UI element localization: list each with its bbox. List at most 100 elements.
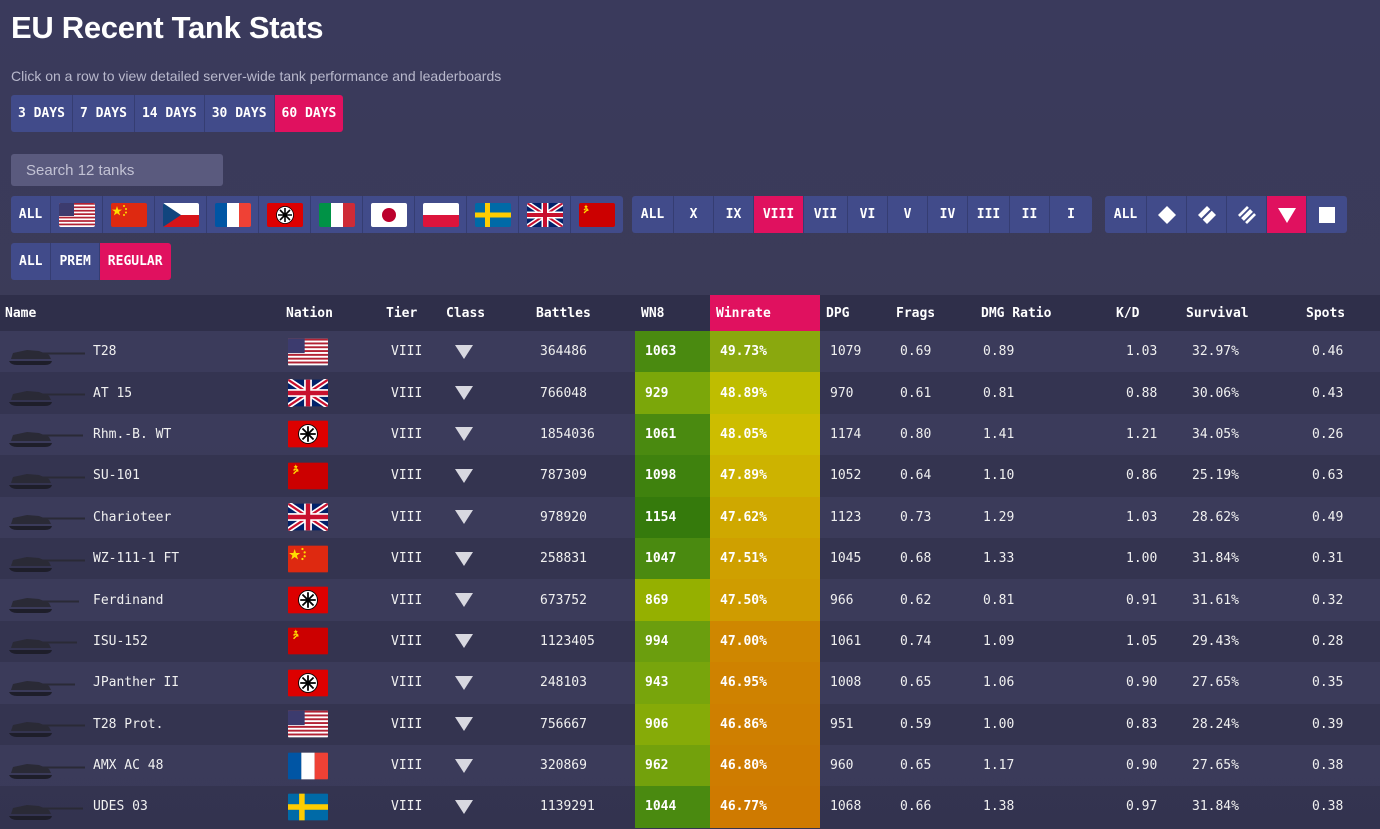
column-header-class[interactable]: Class bbox=[440, 295, 530, 331]
table-row[interactable]: Ferdinand VIII 673752 869 47.50% 966 0.62 0.81 0… bbox=[0, 579, 1380, 621]
tank-destroyer-icon bbox=[1277, 207, 1296, 223]
tank-silhouette-icon bbox=[9, 680, 75, 696]
column-header-battles[interactable]: Battles bbox=[530, 295, 635, 331]
frags-cell: 0.61 bbox=[900, 385, 932, 401]
germany-flag-icon bbox=[266, 202, 303, 227]
tier-cell: VIII bbox=[391, 426, 423, 442]
kd-cell: 0.86 bbox=[1126, 468, 1158, 484]
tank-silhouette-icon bbox=[9, 639, 77, 655]
frags-cell: 0.62 bbox=[900, 592, 932, 608]
tier-button-x[interactable]: X bbox=[674, 196, 714, 233]
tank-silhouette-icon bbox=[9, 391, 85, 407]
nation-button-ussr[interactable] bbox=[571, 196, 623, 233]
days-filter-button[interactable]: 60 DAYS bbox=[274, 95, 344, 132]
tier-button-vii[interactable]: VII bbox=[804, 196, 848, 233]
battles-cell: 673752 bbox=[540, 592, 587, 608]
tier-button-viii[interactable]: VIII bbox=[754, 196, 804, 233]
tier-button-all[interactable]: ALL bbox=[632, 196, 674, 233]
class-all-button[interactable]: ALL bbox=[1105, 196, 1147, 233]
battles-cell: 787309 bbox=[540, 468, 587, 484]
tank-name: T28 bbox=[93, 344, 117, 360]
dmg-ratio-cell: 0.81 bbox=[983, 592, 1015, 608]
ussr-flag-icon bbox=[288, 628, 328, 655]
tier-button-ii[interactable]: II bbox=[1010, 196, 1050, 233]
table-row[interactable]: SU-101 VIII 787309 1098 47.89% 1052 0.64 1.10 0.… bbox=[0, 455, 1380, 497]
dpg-cell: 1079 bbox=[830, 344, 862, 360]
winrate-cell: 47.00% bbox=[710, 620, 820, 663]
type-button-prem[interactable]: PREM bbox=[51, 243, 100, 280]
days-filter-button[interactable]: 3 DAYS bbox=[11, 95, 73, 132]
class-cell bbox=[440, 786, 530, 827]
table-row[interactable]: T28 VIII 364486 1063 49.73% 1079 0.69 0.89 1.03 3… bbox=[0, 331, 1380, 373]
tier-button-i[interactable]: I bbox=[1050, 196, 1092, 233]
nation-button-italy[interactable] bbox=[311, 196, 363, 233]
tank-name: T28 Prot. bbox=[93, 716, 164, 732]
tier-button-v[interactable]: V bbox=[888, 196, 928, 233]
tier-button-iv[interactable]: IV bbox=[928, 196, 968, 233]
table-row[interactable]: T28 Prot. VIII 756667 906 46.86% 951 0.59 1.00 0… bbox=[0, 703, 1380, 745]
days-filter-button[interactable]: 14 DAYS bbox=[134, 95, 205, 132]
days-filter-button[interactable]: 7 DAYS bbox=[72, 95, 135, 132]
tier-button-iii[interactable]: III bbox=[968, 196, 1010, 233]
wn8-cell: 962 bbox=[635, 744, 710, 787]
spots-cell: 0.28 bbox=[1312, 633, 1344, 649]
tier-cell: VIII bbox=[391, 675, 423, 691]
type-button-regular[interactable]: REGULAR bbox=[99, 243, 171, 280]
nation-button-japan[interactable] bbox=[363, 196, 415, 233]
column-header-dpg[interactable]: DPG bbox=[820, 295, 890, 331]
class-button-light-tank[interactable] bbox=[1147, 196, 1187, 233]
uk-flag-icon bbox=[288, 503, 328, 532]
tank-destroyer-icon bbox=[455, 427, 473, 442]
days-filter-button[interactable]: 30 DAYS bbox=[204, 95, 275, 132]
kd-cell: 0.88 bbox=[1126, 385, 1158, 401]
column-header-wn8[interactable]: WN8 bbox=[635, 295, 710, 331]
survival-cell: 31.61% bbox=[1192, 592, 1239, 608]
column-header-survival[interactable]: Survival bbox=[1180, 295, 1300, 331]
tier-cell: VIII bbox=[391, 468, 423, 484]
nation-button-poland[interactable] bbox=[415, 196, 467, 233]
search-input[interactable] bbox=[11, 154, 223, 186]
column-header-k-d[interactable]: K/D bbox=[1110, 295, 1180, 331]
nation-button-usa[interactable] bbox=[51, 196, 103, 233]
class-filter: ALL bbox=[1105, 196, 1347, 233]
germany-flag-icon bbox=[288, 586, 328, 614]
battles-cell: 756667 bbox=[540, 716, 587, 732]
column-header-spots[interactable]: Spots bbox=[1300, 295, 1380, 331]
tier-button-ix[interactable]: IX bbox=[714, 196, 754, 233]
column-header-dmg-ratio[interactable]: DMG Ratio bbox=[975, 295, 1110, 331]
table-row[interactable]: WZ-111-1 FT VIII 258831 1047 47.51% 1045 0.68 1… bbox=[0, 537, 1380, 580]
table-row[interactable]: Rhm.-B. WT VIII 1854036 1061 48.05% 1174 0.80 1… bbox=[0, 413, 1380, 456]
class-button-tank-destroyer[interactable] bbox=[1267, 196, 1307, 233]
table-row[interactable]: ISU-152 VIII 1123405 994 47.00% 1061 0.74 1.09 1… bbox=[0, 620, 1380, 663]
table-row[interactable]: AT 15 VIII 766048 929 48.89% 970 0.61 0.81 0.88 3… bbox=[0, 372, 1380, 414]
tank-destroyer-icon bbox=[455, 344, 473, 359]
tier-button-vi[interactable]: VI bbox=[848, 196, 888, 233]
column-header-name[interactable]: Name bbox=[0, 295, 280, 331]
tank-name-cell: Ferdinand bbox=[0, 579, 280, 620]
nation-button-france[interactable] bbox=[207, 196, 259, 233]
winrate-cell: 46.86% bbox=[710, 703, 820, 745]
nation-button-germany[interactable] bbox=[259, 196, 311, 233]
class-button-spg[interactable] bbox=[1307, 196, 1347, 233]
column-header-nation[interactable]: Nation bbox=[280, 295, 380, 331]
nation-all-button[interactable]: ALL bbox=[11, 196, 51, 233]
table-row[interactable]: JPanther II VIII 248103 943 46.95% 1008 0.65 1.… bbox=[0, 662, 1380, 704]
column-header-tier[interactable]: Tier bbox=[380, 295, 440, 331]
nation-button-czech[interactable] bbox=[155, 196, 207, 233]
battles-cell: 766048 bbox=[540, 385, 587, 401]
spots-cell: 0.49 bbox=[1312, 509, 1344, 525]
table-row[interactable]: AMX AC 48 VIII 320869 962 46.80% 960 0.65 1.17 0… bbox=[0, 744, 1380, 787]
table-row[interactable]: UDES 03 VIII 1139291 1044 46.77% 1068 0.66 1.38… bbox=[0, 786, 1380, 828]
table-row[interactable]: Charioteer VIII 978920 1154 47.62% 1123 0.73 1.… bbox=[0, 496, 1380, 538]
nation-button-uk[interactable] bbox=[519, 196, 571, 233]
tank-silhouette-icon bbox=[9, 722, 85, 738]
nation-button-sweden[interactable] bbox=[467, 196, 519, 233]
column-header-winrate[interactable]: Winrate bbox=[710, 295, 820, 331]
class-button-medium-tank[interactable] bbox=[1187, 196, 1227, 233]
tier-cell: VIII bbox=[391, 385, 423, 401]
class-button-heavy-tank[interactable] bbox=[1227, 196, 1267, 233]
type-button-all[interactable]: ALL bbox=[11, 243, 52, 280]
column-header-frags[interactable]: Frags bbox=[890, 295, 975, 331]
nation-button-china[interactable] bbox=[103, 196, 155, 233]
tank-silhouette-icon bbox=[9, 515, 85, 531]
